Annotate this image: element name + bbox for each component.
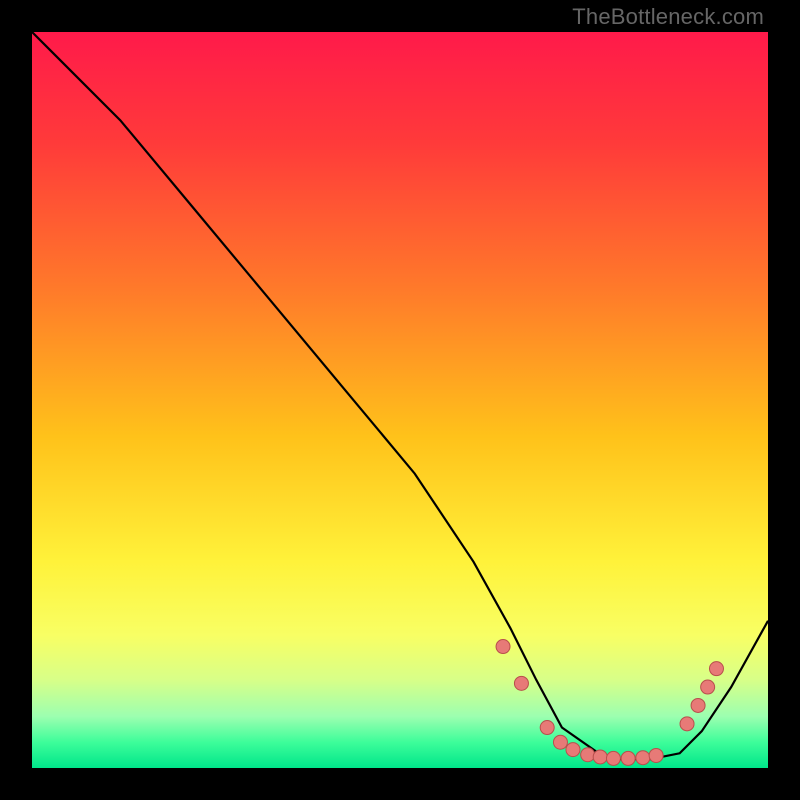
data-marker [566,743,580,757]
data-marker [701,680,715,694]
data-marker [581,748,595,762]
data-marker [680,717,694,731]
data-marker [636,751,650,765]
data-marker [540,721,554,735]
data-marker [621,751,635,765]
data-marker [709,662,723,676]
data-marker [593,750,607,764]
watermark-text: TheBottleneck.com [572,4,764,30]
curve-layer [32,32,768,768]
bottleneck-curve [32,32,768,759]
data-marker [606,751,620,765]
plot-area [32,32,768,768]
chart-canvas: { "watermark": { "text": "TheBottleneck.… [0,0,800,800]
data-marker [649,748,663,762]
data-marker [691,698,705,712]
data-marker [496,640,510,654]
data-marker [514,676,528,690]
data-marker [553,735,567,749]
curve-markers [496,640,723,766]
